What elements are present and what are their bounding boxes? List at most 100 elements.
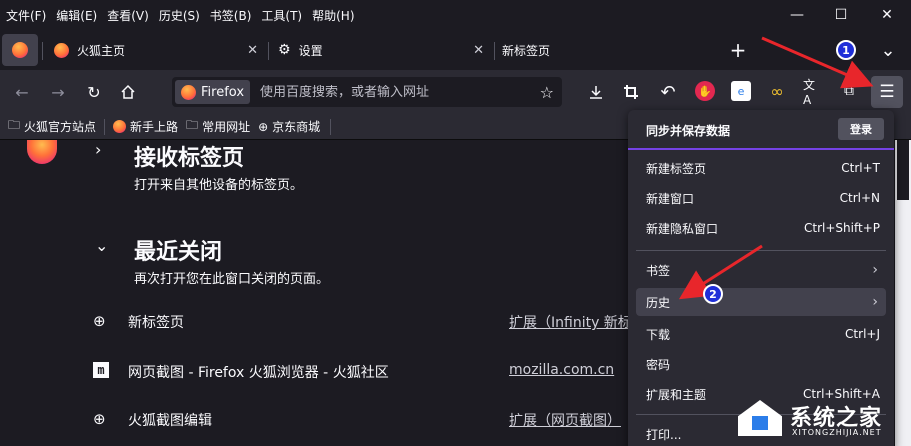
gear-icon: ⚙ — [278, 42, 291, 58]
globe-icon: ⊕ — [93, 410, 106, 428]
menu-file[interactable]: 文件(F) — [6, 7, 46, 24]
recently-closed-title: 最近关闭 — [134, 240, 223, 265]
home-button[interactable] — [112, 76, 144, 108]
closed-tab-url[interactable]: 扩展（网页截图） — [509, 410, 628, 430]
annotation-badge-1: 1 — [836, 40, 856, 60]
forward-button[interactable]: → — [42, 76, 74, 108]
house-logo-icon — [738, 400, 782, 436]
tab-new-tab[interactable]: 新标签页 — [498, 34, 714, 66]
download-icon — [590, 86, 602, 99]
pinned-tab-firefox[interactable] — [2, 34, 38, 66]
sign-in-button[interactable]: 登录 — [838, 118, 884, 140]
menu-separator — [636, 250, 886, 251]
back-button[interactable]: ← — [6, 76, 38, 108]
bookmark-star-icon[interactable]: ☆ — [540, 83, 554, 102]
menu-item-bookmarks[interactable]: 书签 › — [636, 256, 886, 284]
downloads-button[interactable] — [580, 76, 612, 108]
menu-item-label: 扩展和主题 — [646, 387, 707, 402]
reload-button[interactable]: ↻ — [78, 76, 110, 108]
closed-tab-url[interactable]: mozilla.com.cn — [509, 362, 628, 378]
undo-icon: ↶ — [660, 81, 676, 103]
home-icon — [121, 84, 135, 99]
recently-closed-subtitle: 再次打开您在此窗口关闭的页面。 — [134, 272, 330, 287]
url-input[interactable] — [260, 84, 521, 100]
menu-item-new-window[interactable]: 新建窗口 Ctrl+N — [636, 184, 886, 212]
menu-item-label: 新建隐私窗口 — [646, 221, 719, 236]
menu-item-passwords[interactable]: 密码 — [636, 350, 886, 378]
bookmark-jd-mall[interactable]: ⊕ 京东商城 — [258, 118, 320, 135]
list-all-tabs-button[interactable]: ⌄ — [876, 34, 900, 66]
infinity-extension-icon[interactable]: ∞ — [767, 81, 787, 101]
tab-label: 新标签页 — [502, 43, 551, 58]
chevron-down-icon[interactable]: ⌄ — [95, 236, 108, 255]
menu-item-shortcut: Ctrl+N — [839, 191, 880, 205]
undo-close-tab-button[interactable]: ↶ — [652, 76, 684, 108]
menu-item-shortcut: Ctrl+J — [845, 327, 880, 341]
arrow-left-icon: ← — [15, 82, 29, 102]
synced-tabs-subtitle: 打开来自其他设备的标签页。 — [134, 178, 304, 193]
menu-item-new-private-window[interactable]: 新建隐私窗口 Ctrl+Shift+P — [636, 214, 886, 242]
tab-separator — [268, 42, 269, 60]
menu-view[interactable]: 查看(V) — [107, 7, 149, 24]
search-engine-label: Firefox — [201, 84, 245, 100]
open-application-menu-button[interactable]: ☰ — [871, 76, 903, 108]
menu-history[interactable]: 历史(S) — [159, 7, 200, 24]
navigation-toolbar: ← → ↻ Firefox ☆ ↶ ✋ e ∞ 文A ⧉ ☰ — [0, 70, 911, 114]
new-tab-button[interactable]: + — [726, 34, 750, 66]
search-engine-chip[interactable]: Firefox — [175, 80, 251, 104]
firefox-icon — [113, 120, 127, 133]
close-icon[interactable]: ✕ — [247, 43, 258, 58]
mozilla-m-icon: m — [93, 362, 109, 378]
maximize-button[interactable]: ☐ — [818, 0, 864, 30]
firefox-logo-icon — [27, 140, 57, 164]
bookmark-label: 常用网址 — [202, 120, 251, 134]
annotation-badge-2: 2 — [703, 284, 723, 304]
watermark: 系统之家 XITONGZHIJIA.NET — [728, 394, 911, 446]
close-window-button[interactable]: ✕ — [864, 0, 910, 30]
globe-icon: ⊕ — [258, 119, 269, 134]
adblock-extension-icon[interactable]: ✋ — [695, 81, 715, 101]
tab-label: 火狐主页 — [77, 43, 126, 58]
ie-tab-extension-icon[interactable]: e — [731, 81, 751, 101]
bookmark-getting-started[interactable]: 新手上路 — [113, 118, 178, 135]
closed-tab-title[interactable]: 火狐截图编辑 — [128, 410, 212, 430]
bookmark-label: 京东商城 — [272, 120, 321, 134]
firefox-icon — [181, 84, 196, 100]
menu-tools[interactable]: 工具(T) — [261, 7, 302, 24]
menu-item-shortcut: Ctrl+T — [841, 161, 880, 175]
menu-item-label: 下载 — [646, 327, 671, 342]
bookmark-common-sites[interactable]: 🗀 常用网址 — [186, 116, 250, 137]
bookmark-firefox-official[interactable]: 🗀 火狐官方站点 — [8, 116, 96, 137]
menu-bookmarks[interactable]: 书签(B) — [210, 7, 252, 24]
closed-tab-title[interactable]: 新标签页 — [128, 312, 184, 332]
translate-extension-icon[interactable]: 文A — [803, 78, 823, 107]
menu-edit[interactable]: 编辑(E) — [56, 7, 97, 24]
chevron-right-icon[interactable]: › — [95, 140, 101, 159]
arrow-right-icon: → — [51, 82, 65, 102]
menu-item-new-tab[interactable]: 新建标签页 Ctrl+T — [636, 154, 886, 182]
synced-tabs-title: 接收标签页 — [134, 146, 245, 171]
tab-separator — [42, 42, 43, 60]
firefox-icon — [12, 42, 28, 58]
tab-firefox-home[interactable]: 火狐主页 ✕ — [48, 34, 264, 66]
scrollbar-thumb[interactable] — [897, 140, 909, 200]
menu-item-label: 打印... — [646, 427, 682, 442]
bookmark-label: 新手上路 — [130, 120, 179, 134]
crop-icon — [624, 85, 638, 99]
screenshot-button[interactable] — [615, 76, 647, 108]
tab-strip: 火狐主页 ✕ ⚙ 设置 ✕ 新标签页 + ⌄ — [0, 30, 911, 70]
menu-help[interactable]: 帮助(H) — [312, 7, 354, 24]
closed-tab-title[interactable]: 网页截图 - Firefox 火狐浏览器 - 火狐社区 — [128, 362, 389, 382]
address-bar[interactable]: Firefox ☆ — [172, 77, 562, 107]
tab-settings[interactable]: ⚙ 设置 ✕ — [272, 34, 490, 66]
closed-tab-url[interactable]: 扩展（Infinity 新标 — [509, 312, 628, 332]
reload-icon: ↻ — [87, 82, 101, 102]
menu-item-downloads[interactable]: 下载 Ctrl+J — [636, 320, 886, 348]
close-icon[interactable]: ✕ — [473, 43, 484, 58]
menu-item-label: 历史 — [646, 295, 671, 310]
extensions-puzzle-icon[interactable]: ⧉ — [839, 81, 859, 101]
minimize-button[interactable]: — — [774, 0, 820, 30]
menu-item-history[interactable]: 历史 › — [636, 288, 886, 316]
menu-item-label: 新建标签页 — [646, 161, 707, 176]
folder-icon: 🗀 — [186, 118, 199, 132]
